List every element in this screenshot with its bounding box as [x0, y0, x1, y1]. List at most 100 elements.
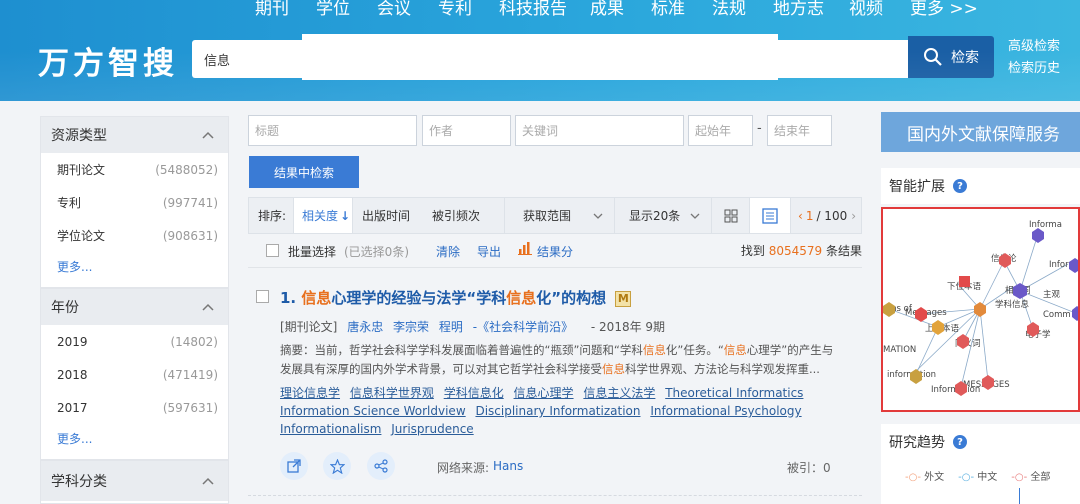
facet-item[interactable]: 2017 (597631)	[41, 391, 228, 424]
grid-view-icon[interactable]	[711, 198, 749, 233]
arrow-down-icon: ↓	[340, 208, 351, 223]
sort-relevance[interactable]: 相关度 ↓	[293, 198, 353, 233]
sort-cited[interactable]: 被引频次	[432, 198, 480, 233]
keyword-link[interactable]: Informational Psychology	[650, 404, 801, 418]
nav-item-conference[interactable]: 会议	[377, 0, 411, 19]
favorite-star-icon[interactable]	[323, 452, 351, 480]
search-in-results-button[interactable]: 结果中检索	[249, 156, 359, 188]
help-icon[interactable]: ?	[953, 179, 967, 193]
batch-checkbox[interactable]	[266, 244, 279, 257]
author-link[interactable]: 李宗荣	[393, 320, 429, 334]
journal-link[interactable]: -《社会科学前沿》	[473, 320, 573, 334]
facet-item-label: 专利	[57, 196, 82, 210]
facet-item-label: 学位论文	[57, 229, 106, 243]
nav-item-local[interactable]: 地方志	[773, 0, 824, 19]
list-view-icon[interactable]	[749, 198, 791, 233]
keyword-link[interactable]: Disciplinary Informatization	[475, 404, 640, 418]
prev-page-icon[interactable]: ‹	[798, 209, 803, 223]
scope-dropdown[interactable]: 获取范围	[504, 198, 604, 233]
site-logo[interactable]: 万方智搜	[38, 38, 178, 83]
export-button[interactable]: 导出	[477, 243, 501, 260]
chevron-up-icon	[202, 303, 214, 311]
nav-item-more[interactable]: 更多 >>	[910, 0, 978, 19]
search-button[interactable]: 检索	[908, 36, 994, 78]
keyword-link[interactable]: Informationalism	[280, 422, 381, 436]
start-year-field[interactable]: 起始年	[688, 115, 753, 146]
author-link[interactable]: 程明	[439, 320, 463, 334]
found-count: 8054579	[768, 244, 823, 258]
batch-select-label[interactable]: 批量选择	[288, 243, 336, 260]
keyword-link[interactable]: Theoretical Informatics	[665, 386, 803, 400]
facet-item[interactable]: 学位论文 (908631)	[41, 219, 228, 252]
legend-chinese: -○- 中文	[958, 472, 998, 483]
nav-item-law[interactable]: 法规	[712, 0, 746, 19]
author-link[interactable]: 唐永忠	[347, 320, 383, 334]
facet-item-count: (14802)	[170, 334, 218, 349]
help-icon[interactable]: ?	[953, 435, 967, 449]
result-meta: [期刊论文] 唐永忠 李宗荣 程明 -《社会科学前沿》 - 2018年 9期	[280, 318, 665, 335]
facet-item[interactable]: 期刊论文 (5488052)	[41, 153, 228, 186]
page-size-dropdown[interactable]: 显示20条	[614, 198, 710, 233]
metadata-badge-icon: M	[615, 291, 632, 307]
bar-chart-icon[interactable]	[518, 241, 532, 258]
year-range-dash: -	[757, 121, 762, 136]
cited-count: 被引：0	[787, 461, 831, 475]
abstract-text: 摘要：当前，哲学社会科学学科发展面临着普遍性的“瓶颈”问题和“学科	[280, 343, 643, 357]
nav-item-achievement[interactable]: 成果	[590, 0, 624, 19]
analyze-button[interactable]: 结果分	[537, 243, 573, 260]
result-checkbox[interactable]	[256, 290, 269, 303]
legend-foreign: -○- 外文	[905, 472, 945, 483]
author-field[interactable]: 作者	[422, 115, 511, 146]
facet-item-label: 2018	[57, 367, 88, 382]
result-date: - 2018年 9期	[590, 320, 666, 334]
clear-button[interactable]: 清除	[436, 243, 460, 260]
facet-title: 年份	[51, 300, 79, 316]
facet-header[interactable]: 学科分类	[41, 461, 228, 501]
keyword-link[interactable]: 学科信息化	[444, 386, 504, 400]
advanced-search-link[interactable]: 高级检索	[1008, 36, 1060, 58]
facet-more-link[interactable]: 更多...	[41, 424, 228, 452]
nav-item-degree[interactable]: 学位	[316, 0, 350, 19]
keyword-link[interactable]: Information Science Worldview	[280, 404, 466, 418]
open-link-icon[interactable]	[280, 452, 308, 480]
result-title[interactable]: 1. 信息心理学的经验与法学“学科信息化”的构想 M	[280, 287, 632, 308]
sort-pubtime[interactable]: 出版时间	[362, 198, 410, 233]
facet-header[interactable]: 年份	[41, 289, 228, 325]
pagination: ‹ 1 / 100 ›	[798, 198, 856, 233]
nav-item-journal[interactable]: 期刊	[255, 0, 289, 19]
abstract-highlight: 信息	[602, 362, 625, 376]
facet-item[interactable]: 2018 (471419)	[41, 358, 228, 391]
next-page-icon[interactable]: ›	[851, 209, 856, 223]
keyword-link[interactable]: 理论信息学	[280, 386, 340, 400]
facet-item[interactable]: 2019 (14802)	[41, 325, 228, 358]
source-label: 网络来源:	[437, 461, 490, 475]
keyword-link[interactable]: 信息科学世界观	[350, 386, 434, 400]
facet-item[interactable]: 专利 (997741)	[41, 186, 228, 219]
facet-more-link[interactable]: 更多...	[41, 252, 228, 280]
keyword-field[interactable]: 关键词	[515, 115, 684, 146]
keyword-link[interactable]: 信息心理学	[514, 386, 574, 400]
graph-node	[1032, 228, 1044, 243]
advanced-links: 高级检索 检索历史	[1008, 36, 1060, 80]
facet-header[interactable]: 资源类型	[41, 117, 228, 153]
title-text: 心理学的经验与法学“学科	[331, 289, 507, 307]
result-count: 找到 8054579 条结果	[741, 242, 862, 259]
share-icon[interactable]	[367, 452, 395, 480]
nav-item-video[interactable]: 视频	[849, 0, 883, 19]
document-service-banner[interactable]: 国内外文献保障服务	[881, 112, 1080, 152]
facet-year: 年份 2019 (14802) 2018 (471419) 2017 (597631)…	[40, 288, 229, 460]
nav-item-standard[interactable]: 标准	[651, 0, 685, 19]
keyword-link[interactable]: Jurisprudence	[391, 422, 473, 436]
result-keywords: 理论信息学 信息科学世界观 学科信息化 信息心理学 信息主义法学 Theoret…	[280, 384, 845, 438]
title-field[interactable]: 标题	[248, 115, 417, 146]
result-abstract: 摘要：当前，哲学社会科学学科发展面临着普遍性的“瓶颈”问题和“学科信息化”任务。…	[280, 341, 840, 379]
nav-item-report[interactable]: 科技报告	[499, 0, 567, 19]
batch-selected-count: (已选择0条)	[344, 245, 409, 259]
nav-item-patent[interactable]: 专利	[438, 0, 472, 19]
end-year-field[interactable]: 结束年	[767, 115, 832, 146]
search-history-link[interactable]: 检索历史	[1008, 58, 1060, 80]
keyword-link[interactable]: 信息主义法学	[583, 386, 655, 400]
legend-label: 外文	[924, 472, 945, 483]
concept-graph[interactable]: 信息论 Inform Informa 下位本语 相关词 学科信息 主观 Comm…	[881, 207, 1080, 412]
source-link[interactable]: Hans	[493, 459, 523, 473]
